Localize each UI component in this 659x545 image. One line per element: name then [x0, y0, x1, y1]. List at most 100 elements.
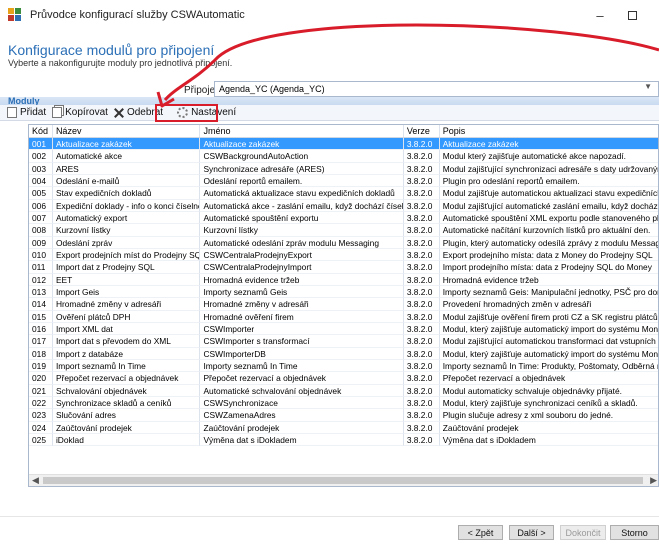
scroll-right-icon[interactable]: ▶ [650, 475, 657, 486]
cell-kod: 008 [29, 224, 53, 237]
table-row[interactable]: 006 Expediční doklady - info o konci číse… [29, 199, 658, 212]
column-header-verze[interactable]: Verze [404, 125, 440, 137]
cell-verze: 3.8.2.0 [403, 384, 440, 397]
copy-button[interactable]: Kopírovat [49, 105, 111, 121]
table-row[interactable]: 021 Schvalování objednávek Automatické sch… [29, 384, 658, 397]
column-header-nazev[interactable]: Název [53, 125, 201, 137]
cell-kod: 011 [29, 261, 53, 274]
cell-popis: Export prodejního místa: data z Money do… [439, 249, 658, 262]
close-button[interactable]: × [648, 0, 659, 30]
connection-select-value: Agenda_YC (Agenda_YC) [219, 84, 325, 94]
cell-jmeno: Hromadná evidence tržeb [200, 273, 404, 286]
cell-verze: 3.8.2.0 [403, 347, 440, 360]
table-row[interactable]: 020 Přepočet rezervací a objednávek Přepoč… [29, 372, 658, 385]
minimize-button[interactable]: – [584, 0, 616, 30]
add-button[interactable]: Přidat [4, 105, 49, 121]
cell-jmeno: Automatická aktualizace stavu expedičníc… [200, 187, 404, 200]
table-row[interactable]: 015 Ověření plátců DPH Hromadné ověření fi… [29, 310, 658, 323]
cell-popis: Modul zajišťuje automatickou aktualizaci… [439, 187, 658, 200]
window-title: Průvodce konfigurací služby CSWAutomatic [30, 9, 245, 21]
cell-nazev: Expediční doklady - info o konci číselné… [52, 199, 201, 212]
cell-nazev: Odeslání zpráv [52, 236, 201, 249]
cell-kod: 012 [29, 273, 53, 286]
cell-popis: Plugin slučuje adresy z xml souboru do j… [439, 409, 658, 422]
modules-table[interactable]: Kód Název Jméno Verze Popis 001 Aktualiza… [28, 124, 659, 487]
table-row[interactable]: 022 Synchronizace skladů a ceníků CSWSynch… [29, 396, 658, 410]
connection-select[interactable]: Agenda_YC (Agenda_YC) ▼ [214, 81, 659, 97]
scrollbar-thumb[interactable] [43, 477, 643, 484]
modules-toolbar: Přidat Kopírovat Odebrat Nastavení [0, 105, 659, 121]
cell-nazev: Import dat z Prodejny SQL [52, 261, 201, 274]
table-row[interactable]: 023 Slučování adres CSWZamenaAdres 3.8.2.0 P… [29, 409, 658, 422]
column-header-jmeno[interactable]: Jméno [200, 125, 404, 137]
table-row[interactable]: 011 Import dat z Prodejny SQL CSWCentralaP… [29, 261, 658, 274]
finish-button[interactable]: Dokončit [560, 525, 606, 540]
cell-popis: Výměna dat s iDokladem [439, 434, 658, 447]
table-row[interactable]: 008 Kurzovní lístky Kurzovní lístky 3.8.2.0… [29, 224, 658, 237]
cell-nazev: Přepočet rezervací a objednávek [52, 372, 201, 385]
page-subtitle: Vyberte a nakonfigurujte moduly pro jedn… [8, 58, 233, 68]
cell-kod: 001 [29, 138, 53, 151]
table-row[interactable]: 014 Hromadné změny v adresáři Hromadné změ… [29, 298, 658, 311]
title-bar: Průvodce konfigurací služby CSWAutomatic… [0, 0, 659, 30]
table-row[interactable]: 017 Import dat s převodem do XML CSWImport… [29, 335, 658, 348]
cell-jmeno: CSWCentralaProdejnyExport [200, 248, 404, 262]
table-row[interactable]: 010 Export prodejních míst do Prodejny SQ… [29, 248, 658, 262]
table-row[interactable]: 016 Import XML dat CSWImporter 3.8.2.0 Modul… [29, 322, 658, 336]
maximize-button[interactable] [616, 0, 648, 30]
cell-kod: 019 [29, 359, 53, 373]
cell-popis: Modul zajišťující automatické zaslání em… [439, 200, 658, 212]
cell-kod: 023 [29, 409, 53, 422]
cell-verze: 3.8.2.0 [403, 359, 440, 373]
table-row[interactable]: 009 Odeslání zpráv Automatické odeslání zp… [29, 236, 658, 249]
table-header: Kód Název Jméno Verze Popis [29, 125, 658, 138]
table-row[interactable]: 004 Odeslání e-mailů Odeslání reportů emai… [29, 174, 658, 188]
cell-kod: 025 [29, 433, 53, 447]
next-button[interactable]: Další > [509, 525, 554, 540]
cell-popis: Import prodejního místa: data z Prodejny… [439, 261, 658, 274]
cell-kod: 020 [29, 372, 53, 385]
cancel-button[interactable]: Storno [610, 525, 659, 540]
cell-kod: 021 [29, 384, 53, 397]
table-row[interactable]: 019 Import seznamů In Time Importy seznamů… [29, 359, 658, 373]
table-row[interactable]: 003 ARES Synchronizace adresáře (ARES) 3.8.… [29, 162, 658, 175]
table-row[interactable]: 025 iDoklad Výměna dat s iDokladem 3.8.2.0 V… [29, 433, 658, 447]
cell-popis: Plugin pro odeslání reportů emailem. [439, 175, 658, 188]
table-row[interactable]: 005 Stav expedičních dokladů Automatická a… [29, 187, 658, 200]
cell-kod: 013 [29, 285, 53, 299]
column-header-kod[interactable]: Kód [29, 125, 53, 137]
cell-nazev: Stav expedičních dokladů [52, 187, 201, 200]
table-row[interactable]: 002 Automatické akce CSWBackgroundAutoActi… [29, 150, 658, 163]
cell-verze: 3.8.2.0 [403, 285, 440, 299]
page-title: Konfigurace modulů pro připojení [8, 42, 215, 58]
cell-jmeno: Importy seznamů In Time [200, 359, 404, 373]
cell-jmeno: Automatické spouštění exportu [200, 211, 404, 225]
cell-kod: 014 [29, 298, 53, 311]
table-row[interactable]: 013 Import Geis Importy seznamů Geis 3.8.2.… [29, 285, 658, 299]
cell-kod: 007 [29, 211, 53, 225]
cell-nazev: Automatický export [52, 211, 201, 225]
cell-jmeno: CSWImporterDB [200, 347, 404, 360]
table-row[interactable]: 007 Automatický export Automatické spouště… [29, 211, 658, 225]
table-row[interactable]: 001 Aktualizace zakázek Aktualizace zakáze… [29, 138, 658, 151]
back-button[interactable]: < Zpět [458, 525, 503, 540]
cell-popis: Provedení hromadných změn v adresáři [439, 298, 658, 311]
cell-verze: 3.8.2.0 [403, 322, 440, 336]
cell-verze: 3.8.2.0 [403, 261, 440, 274]
cell-popis: Aktualizace zakázek [439, 138, 658, 151]
column-header-popis[interactable]: Popis [440, 125, 658, 137]
cell-jmeno: Importy seznamů Geis [200, 285, 404, 299]
cell-jmeno: CSWZamenaAdres [200, 409, 404, 422]
cell-verze: 3.8.2.0 [403, 396, 440, 410]
cell-jmeno: CSWBackgroundAutoAction [200, 150, 404, 163]
table-body: 001 Aktualizace zakázek Aktualizace zakáze… [29, 138, 658, 447]
cell-nazev: iDoklad [52, 433, 201, 447]
horizontal-scrollbar[interactable]: ◀ ▶ [29, 474, 658, 486]
cell-verze: 3.8.2.0 [403, 174, 440, 188]
table-row[interactable]: 012 EET Hromadná evidence tržeb 3.8.2.0 Hrom… [29, 273, 658, 286]
table-row[interactable]: 024 Zaúčtování prodejek Zaúčtování prodeje… [29, 421, 658, 434]
scroll-left-icon[interactable]: ◀ [32, 475, 39, 486]
cell-nazev: Import seznamů In Time [52, 359, 201, 373]
cell-nazev: Kurzovní lístky [52, 224, 201, 237]
table-row[interactable]: 018 Import z databáze CSWImporterDB 3.8.2.0… [29, 347, 658, 360]
